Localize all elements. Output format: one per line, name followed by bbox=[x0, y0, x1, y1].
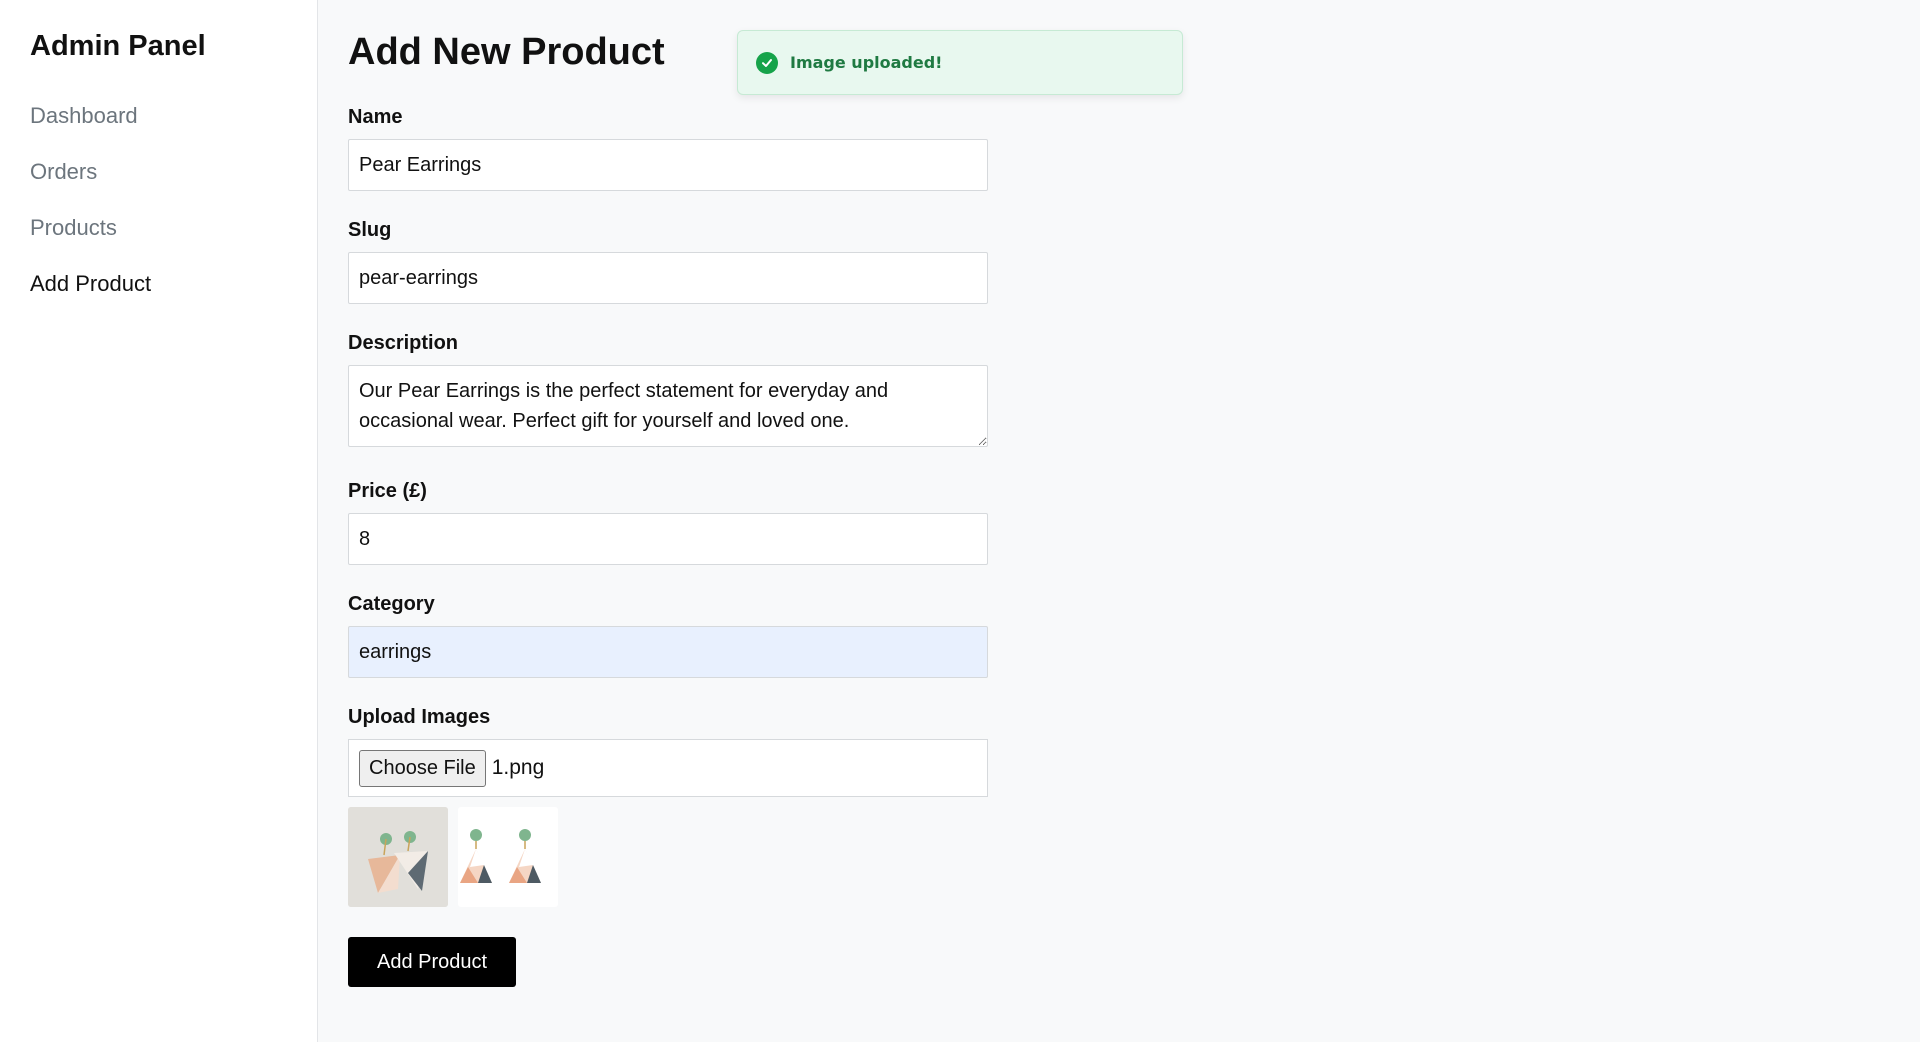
sidebar-item-dashboard[interactable]: Dashboard bbox=[30, 103, 287, 129]
slug-label: Slug bbox=[348, 219, 392, 241]
sidebar-title: Admin Panel bbox=[30, 30, 206, 62]
sidebar-item-products[interactable]: Products bbox=[30, 215, 287, 241]
file-input[interactable]: Choose File 1.png bbox=[348, 739, 988, 797]
main-content: Add New Product Image uploaded! Name Slu… bbox=[318, 0, 1920, 1042]
description-label: Description bbox=[348, 332, 459, 354]
price-label: Price (£) bbox=[348, 480, 427, 502]
sidebar-nav: Dashboard Orders Products Add Product bbox=[30, 103, 287, 297]
name-field-group: Name bbox=[348, 106, 988, 191]
description-field-group: Description Our Pear Earrings is the per… bbox=[348, 332, 988, 452]
image-preview-product bbox=[458, 807, 558, 907]
slug-input[interactable] bbox=[348, 252, 988, 304]
add-product-form: Name Slug Description Our Pear Earrings … bbox=[348, 106, 1890, 987]
upload-field-group: Upload Images Choose File 1.png bbox=[348, 706, 988, 797]
image-preview-photo bbox=[348, 807, 448, 907]
category-input[interactable] bbox=[348, 626, 988, 678]
category-label: Category bbox=[348, 593, 435, 615]
description-textarea[interactable]: Our Pear Earrings is the perfect stateme… bbox=[348, 365, 988, 447]
sidebar-item-add-product[interactable]: Add Product bbox=[30, 271, 287, 297]
add-product-button[interactable]: Add Product bbox=[348, 937, 517, 987]
sidebar-item-orders[interactable]: Orders bbox=[30, 159, 287, 185]
image-previews bbox=[348, 807, 1890, 907]
app: Admin Panel Dashboard Orders Products Ad… bbox=[0, 0, 1920, 1042]
slug-field-group: Slug bbox=[348, 219, 988, 304]
choose-file-button[interactable]: Choose File bbox=[359, 749, 486, 787]
toast-notification: Image uploaded! bbox=[737, 30, 1183, 95]
check-circle-icon bbox=[756, 51, 778, 74]
sidebar: Admin Panel Dashboard Orders Products Ad… bbox=[0, 0, 318, 1042]
upload-label: Upload Images bbox=[348, 706, 491, 728]
price-input[interactable] bbox=[348, 513, 988, 565]
category-field-group: Category bbox=[348, 593, 988, 678]
name-input[interactable] bbox=[348, 139, 988, 191]
toast-message: Image uploaded! bbox=[790, 53, 943, 72]
name-label: Name bbox=[348, 106, 403, 128]
file-name: 1.png bbox=[491, 756, 545, 779]
price-field-group: Price (£) bbox=[348, 480, 988, 565]
